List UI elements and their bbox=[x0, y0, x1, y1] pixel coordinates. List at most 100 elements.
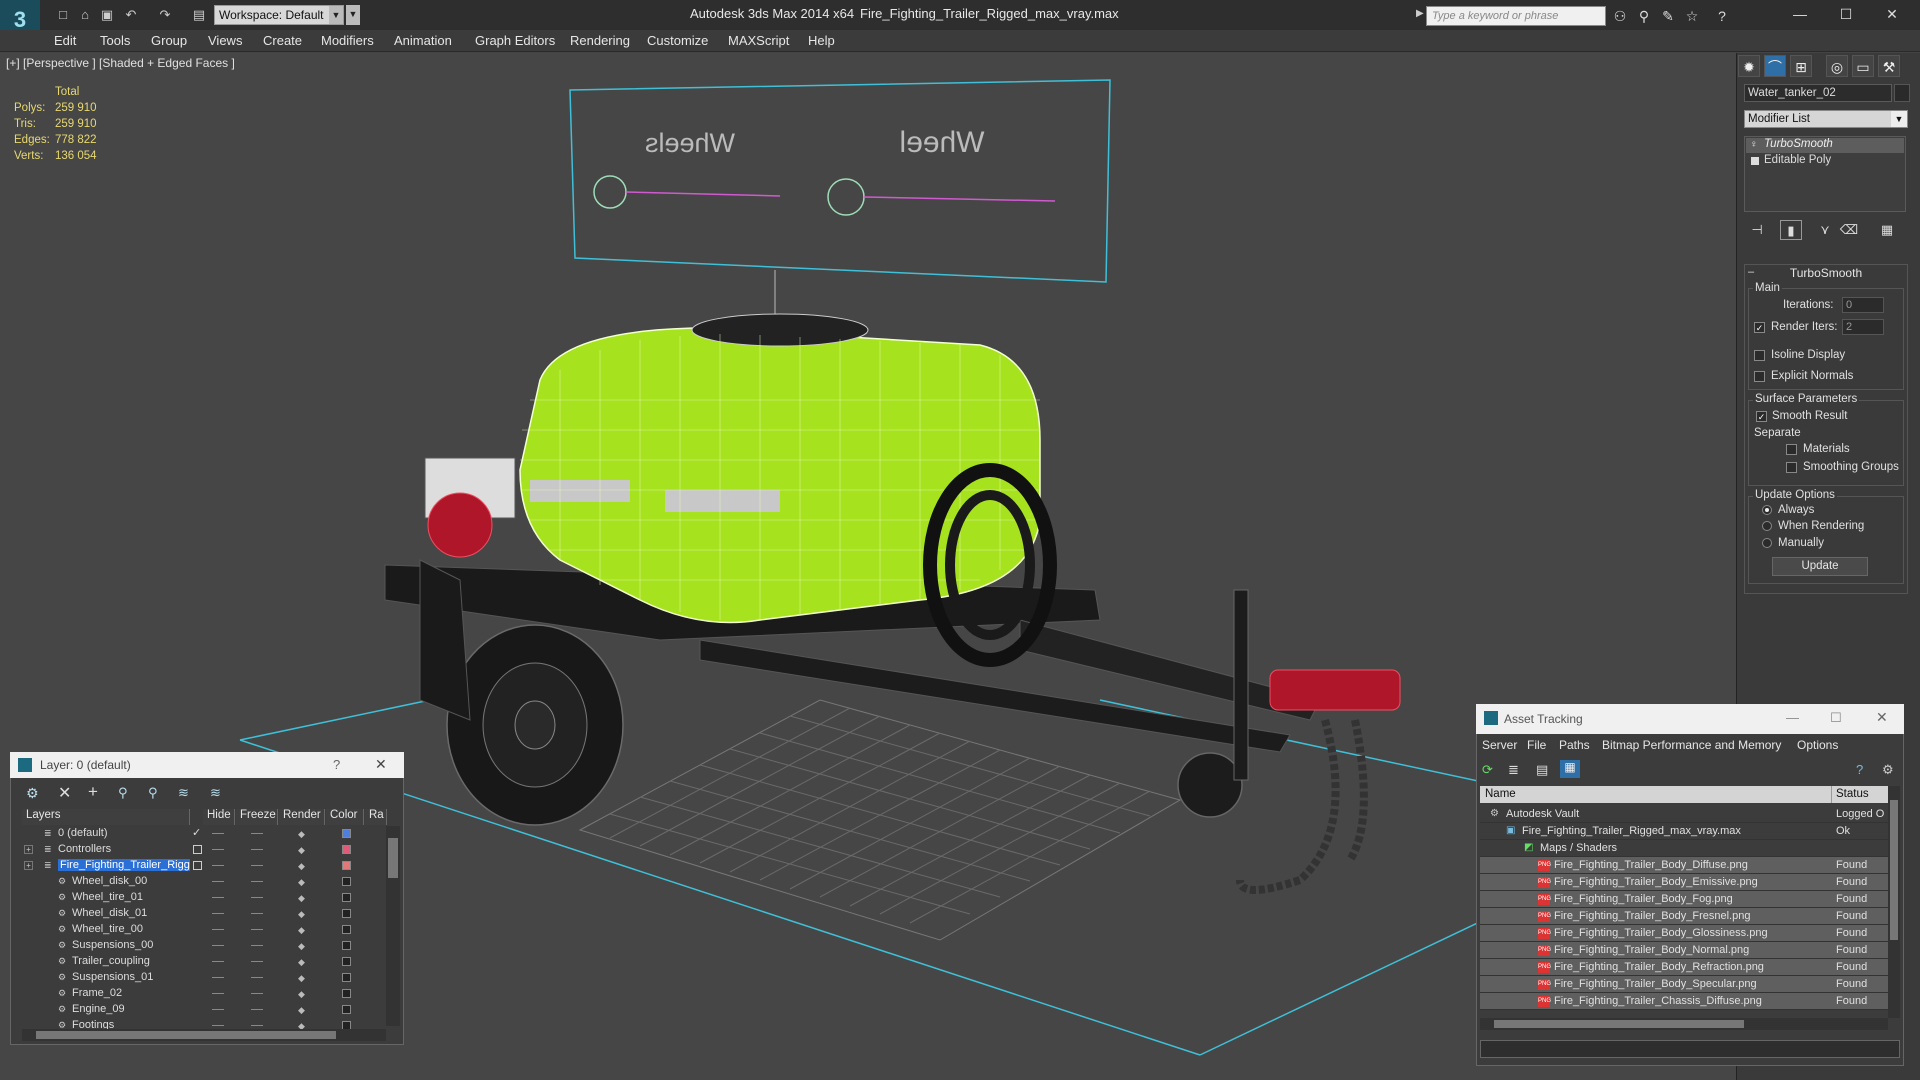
project-folder-icon[interactable]: ▤ bbox=[190, 6, 208, 24]
lightbulb-icon[interactable]: ♀ bbox=[1750, 139, 1758, 150]
create-tab-icon[interactable]: ✹ bbox=[1738, 55, 1760, 77]
close-button[interactable]: ✕ bbox=[1872, 2, 1912, 26]
menu-customize[interactable]: Customize bbox=[647, 33, 708, 48]
asset-settings-icon[interactable]: ⚙ bbox=[1882, 762, 1894, 778]
rollout-title[interactable]: TurboSmooth bbox=[1744, 266, 1908, 280]
pin-stack-icon[interactable]: ⊣ bbox=[1746, 220, 1768, 240]
workspace-arrow-icon[interactable]: ▼ bbox=[346, 5, 360, 25]
menu-rendering[interactable]: Rendering bbox=[570, 33, 630, 48]
smoothing-groups-checkbox[interactable] bbox=[1786, 462, 1797, 473]
freeze-toggle[interactable] bbox=[251, 977, 263, 978]
remove-modifier-icon[interactable]: ⌫ bbox=[1838, 220, 1860, 240]
expand-icon[interactable]: + bbox=[24, 861, 33, 870]
layer-row[interactable]: ≣ 0 (default) ✓ ◆ bbox=[22, 826, 390, 842]
subscription-icon[interactable]: ⚲ bbox=[1634, 6, 1654, 26]
select-objects-icon[interactable]: ⚲ bbox=[118, 785, 128, 801]
layer-row[interactable]: ⚙ Wheel_tire_01 ◆ bbox=[22, 890, 390, 906]
communication-icon[interactable]: ✎ bbox=[1658, 6, 1678, 26]
menu-group[interactable]: Group bbox=[151, 33, 187, 48]
asset-menu-bitmap-performance[interactable]: Bitmap Performance and Memory bbox=[1602, 738, 1781, 752]
freeze-toggle[interactable] bbox=[251, 833, 263, 834]
make-unique-icon[interactable]: ⋎ bbox=[1814, 220, 1836, 240]
asset-row[interactable]: PNG Fire_Fighting_Trailer_Body_Specular.p… bbox=[1480, 976, 1900, 993]
asset-scrollbar-thumb[interactable] bbox=[1890, 800, 1898, 940]
workspace-dropdown[interactable]: Workspace: Default ▼ bbox=[214, 5, 344, 25]
hide-toggle[interactable] bbox=[212, 881, 224, 882]
render-teapot-icon[interactable]: ◆ bbox=[298, 893, 308, 903]
list-view-icon[interactable]: ≣ bbox=[1508, 762, 1519, 778]
menu-edit[interactable]: Edit bbox=[54, 33, 76, 48]
render-iters-spinner[interactable]: 2 bbox=[1842, 319, 1884, 335]
expand-arrow-icon[interactable]: ▶ bbox=[1416, 8, 1426, 24]
set-current-box[interactable] bbox=[193, 845, 202, 854]
freeze-all-layers-icon[interactable]: ≋ bbox=[210, 785, 221, 801]
layer-color-swatch[interactable] bbox=[342, 909, 351, 918]
layer-color-swatch[interactable] bbox=[342, 1005, 351, 1014]
freeze-toggle[interactable] bbox=[251, 1025, 263, 1026]
asset-hscroll-thumb[interactable] bbox=[1494, 1020, 1744, 1028]
hide-column-header[interactable]: Hide bbox=[203, 809, 235, 825]
menu-animation[interactable]: Animation bbox=[394, 33, 452, 48]
help-icon[interactable]: ? bbox=[1712, 6, 1732, 26]
render-teapot-icon[interactable]: ◆ bbox=[298, 861, 308, 871]
render-teapot-icon[interactable]: ◆ bbox=[298, 829, 308, 839]
current-layer-check-icon[interactable]: ✓ bbox=[192, 826, 201, 839]
update-button[interactable]: Update bbox=[1772, 557, 1868, 576]
layer-row[interactable]: ⚙ Wheel_disk_01 ◆ bbox=[22, 906, 390, 922]
asset-row[interactable]: ▣ Fire_Fighting_Trailer_Rigged_max_vray.m… bbox=[1480, 823, 1900, 840]
binoculars-icon[interactable]: ⚇ bbox=[1610, 6, 1630, 26]
modify-tab-icon[interactable]: ⌒ bbox=[1764, 55, 1786, 77]
freeze-toggle[interactable] bbox=[251, 929, 263, 930]
layer-color-swatch[interactable] bbox=[342, 925, 351, 934]
asset-row[interactable]: PNG Fire_Fighting_Trailer_Body_Fog.png Fou… bbox=[1480, 891, 1900, 908]
collapse-box-icon[interactable] bbox=[1751, 157, 1759, 165]
hide-toggle[interactable] bbox=[212, 1009, 224, 1010]
materials-checkbox[interactable] bbox=[1786, 444, 1797, 455]
render-teapot-icon[interactable]: ◆ bbox=[298, 989, 308, 999]
freeze-toggle[interactable] bbox=[251, 881, 263, 882]
asset-row[interactable]: ◩ Maps / Shaders bbox=[1480, 840, 1900, 857]
search-input[interactable]: Type a keyword or phrase bbox=[1426, 6, 1606, 26]
layer-row[interactable]: ⚙ Suspensions_01 ◆ bbox=[22, 970, 390, 986]
new-file-icon[interactable]: □ bbox=[54, 6, 72, 24]
favorites-star-icon[interactable]: ☆ bbox=[1682, 6, 1702, 26]
stack-item-editable-poly[interactable]: Editable Poly bbox=[1746, 154, 1904, 169]
asset-minimize-button[interactable]: — bbox=[1786, 710, 1799, 725]
freeze-toggle[interactable] bbox=[251, 849, 263, 850]
open-file-icon[interactable]: ⌂ bbox=[76, 6, 94, 24]
freeze-toggle[interactable] bbox=[251, 945, 263, 946]
hide-toggle[interactable] bbox=[212, 849, 224, 850]
layer-color-swatch[interactable] bbox=[342, 941, 351, 950]
motion-tab-icon[interactable]: ◎ bbox=[1826, 55, 1848, 77]
freeze-toggle[interactable] bbox=[251, 993, 263, 994]
render-teapot-icon[interactable]: ◆ bbox=[298, 1005, 308, 1015]
freeze-toggle[interactable] bbox=[251, 1009, 263, 1010]
undo-icon[interactable]: ↶ bbox=[122, 6, 140, 24]
layer-row[interactable]: ⚙ Suspensions_00 ◆ bbox=[22, 938, 390, 954]
asset-name-column-header[interactable]: Name bbox=[1480, 786, 1832, 803]
hide-toggle[interactable] bbox=[212, 977, 224, 978]
asset-status-column-header[interactable]: Status bbox=[1832, 786, 1888, 803]
delete-layer-icon[interactable]: ✕ bbox=[58, 783, 71, 803]
asset-menu-options[interactable]: Options bbox=[1797, 738, 1838, 752]
asset-row[interactable]: PNG Fire_Fighting_Trailer_Chassis_Diffuse… bbox=[1480, 993, 1900, 1010]
radiosity-column-header[interactable]: Ra bbox=[365, 809, 387, 825]
asset-close-button[interactable]: ✕ bbox=[1876, 709, 1888, 726]
layer-color-swatch[interactable] bbox=[342, 845, 351, 854]
detail-view-icon[interactable]: ▤ bbox=[1536, 762, 1548, 778]
explicit-normals-checkbox[interactable] bbox=[1754, 371, 1765, 382]
layer-color-swatch[interactable] bbox=[342, 861, 351, 870]
render-teapot-icon[interactable]: ◆ bbox=[298, 957, 308, 967]
layer-help-button[interactable]: ? bbox=[333, 757, 340, 772]
object-color-swatch[interactable] bbox=[1894, 84, 1910, 102]
layer-row[interactable]: ≣ + Controllers ◆ bbox=[22, 842, 390, 858]
freeze-toggle[interactable] bbox=[251, 913, 263, 914]
save-file-icon[interactable]: ▣ bbox=[98, 6, 116, 24]
table-view-icon[interactable]: ▦ bbox=[1560, 760, 1580, 778]
layer-row[interactable]: ⚙ Trailer_coupling ◆ bbox=[22, 954, 390, 970]
display-tab-icon[interactable]: ▭ bbox=[1852, 55, 1874, 77]
asset-menu-paths[interactable]: Paths bbox=[1559, 738, 1590, 752]
stack-item-turbosmooth[interactable]: TurboSmooth bbox=[1746, 138, 1904, 153]
manually-radio[interactable] bbox=[1762, 538, 1772, 548]
hide-toggle[interactable] bbox=[212, 897, 224, 898]
